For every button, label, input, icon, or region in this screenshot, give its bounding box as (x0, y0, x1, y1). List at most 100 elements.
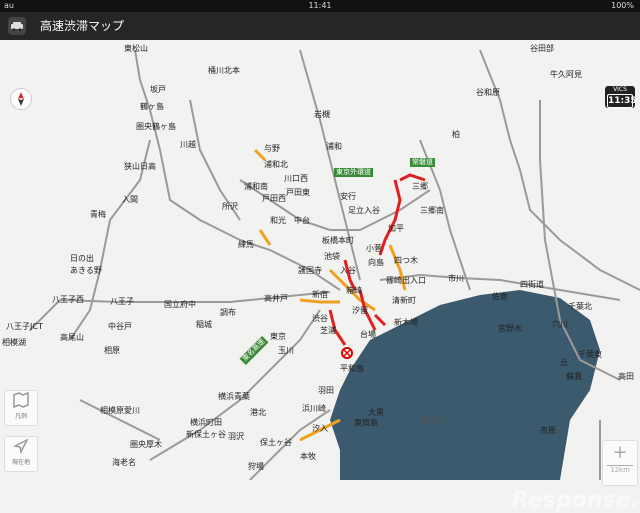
map-label: 浦和北 (264, 160, 288, 169)
map-label: 戸田東 (286, 188, 310, 197)
map-label: 東松山 (124, 44, 148, 53)
locate-button[interactable]: 現在地 (4, 436, 38, 472)
map-label: 蘇我 (566, 372, 582, 381)
map-label: 東京湾 (420, 416, 444, 425)
map-label: 芝浦 (320, 326, 336, 335)
scale-label: 12km (607, 465, 633, 474)
map-label: 入谷 (340, 266, 356, 275)
zoom-in-button[interactable]: + (603, 441, 637, 465)
legend-button[interactable]: 凡例 (4, 390, 38, 426)
nav-bar: 高速渋滞マップ (0, 12, 640, 40)
map-label: 柏 (452, 130, 460, 139)
map-label: 市川 (448, 274, 464, 283)
map-label: 小菅 (366, 244, 382, 253)
map-label: 高井戸 (264, 294, 288, 303)
clock: 11:41 (308, 1, 332, 10)
map-label: 浦和南 (244, 182, 268, 191)
map-label: 狩場 (248, 462, 264, 471)
map-label: 高尾山 (60, 333, 84, 342)
map-label: 新木場 (394, 318, 418, 327)
locate-button-label: 現在地 (11, 459, 30, 466)
map-label: 浜川崎 (302, 404, 326, 413)
map-label: 加平 (388, 224, 404, 233)
map-label: 川口西 (284, 174, 308, 183)
map-label: 千葉東 (578, 350, 602, 359)
map-label: 入間 (122, 195, 138, 204)
map-label: 日の出 (70, 254, 94, 263)
watermark: Response. (512, 488, 639, 513)
map-label: 四街道 (520, 280, 544, 289)
map-label: 三郷 (412, 182, 428, 191)
map-label: 千葉北 (568, 302, 592, 311)
vics-time: 11:35 (607, 94, 637, 108)
map-label: 与野 (264, 144, 280, 153)
map-label: 四つ木 (394, 256, 418, 265)
map-label: 相原 (104, 346, 120, 355)
map-label: 稲城 (196, 320, 212, 329)
map-label: 板橋本町 (322, 236, 354, 245)
map-canvas (29, 49, 640, 480)
map-label: 鶴ヶ島 (140, 102, 164, 111)
map-label: 向島 (368, 258, 384, 267)
map-label: 丘 (560, 358, 568, 367)
map-label: 圏央鶴ヶ島 (136, 122, 176, 131)
map-label: 港北 (250, 408, 266, 417)
map-label: 保土ヶ谷 (260, 438, 292, 447)
map-label: 和光 (270, 216, 286, 225)
map-label: 中台 (294, 216, 310, 225)
map-label: 高田 (618, 372, 634, 381)
map-label: 箱崎 (346, 286, 362, 295)
map-label: 戸田西 (262, 194, 286, 203)
vics-label: VICS (613, 86, 627, 93)
map-label: 安行 (340, 192, 356, 201)
map-label: 東扇島 (354, 418, 378, 427)
map-label: 宮野木 (498, 324, 522, 333)
road-label-joban: 常磐道 (410, 158, 435, 167)
map-label: 浦和 (326, 142, 342, 151)
map-label: 台場 (360, 330, 376, 339)
map-label: 海老名 (112, 458, 136, 467)
map-icon (13, 391, 29, 409)
map-label: 青梅 (90, 210, 106, 219)
map-label: 清新町 (392, 296, 416, 305)
map-label: 三郷南 (420, 206, 444, 215)
map-label: 穴川 (552, 320, 568, 329)
map-label: 八王子 (110, 297, 134, 306)
map-label: 相模原愛川 (100, 406, 140, 415)
map-label: 谷田部 (530, 44, 554, 53)
map-label: 川越 (180, 140, 196, 149)
map-label: 調布 (220, 308, 236, 317)
map-label: 東京 (270, 332, 286, 341)
zoom-control[interactable]: + 12km (602, 440, 638, 486)
map-label: 横浜町田 (190, 418, 222, 427)
map-label: 池袋 (324, 252, 340, 261)
car-icon[interactable] (8, 17, 26, 35)
map-label: 中谷戸 (108, 322, 132, 331)
map-label: あきる野 (70, 266, 102, 275)
map-view[interactable]: 東松山 桶川北本 坂戸 鶴ヶ島 圏央鶴ヶ島 川越 狭山日高 入間 青梅 日の出 … (0, 40, 640, 513)
road-label-gaikan: 東京外環道 (334, 168, 373, 177)
page-title: 高速渋滞マップ (40, 19, 125, 33)
map-label: 八王子JCT (6, 322, 43, 331)
compass-icon[interactable] (10, 88, 32, 110)
map-label: 護国寺 (298, 266, 322, 275)
map-label: 玉川 (278, 346, 294, 355)
vics-badge: VICS 11:35 (605, 86, 637, 108)
map-label: 市原 (540, 426, 556, 435)
map-label: 篠崎出入口 (386, 276, 426, 285)
map-label: 佐倉 (492, 292, 508, 301)
battery-label: 100% (611, 1, 634, 10)
map-label: 渋谷 (312, 314, 328, 323)
map-label: 圏央厚木 (130, 440, 162, 449)
map-label: 平和島 (340, 364, 364, 373)
map-label: 新宿 (312, 290, 328, 299)
map-label: 所沢 (222, 202, 238, 211)
map-label: 狭山日高 (124, 162, 156, 171)
status-bar: au 11:41 100% (0, 0, 640, 12)
map-label: 相模湖 (2, 338, 26, 347)
map-label: 坂戸 (150, 85, 166, 94)
map-label: 練馬 (238, 240, 254, 249)
map-label: 足立入谷 (348, 206, 380, 215)
map-label: 新保土ヶ谷 (186, 430, 226, 439)
map-label: 横浜青葉 (218, 392, 250, 401)
